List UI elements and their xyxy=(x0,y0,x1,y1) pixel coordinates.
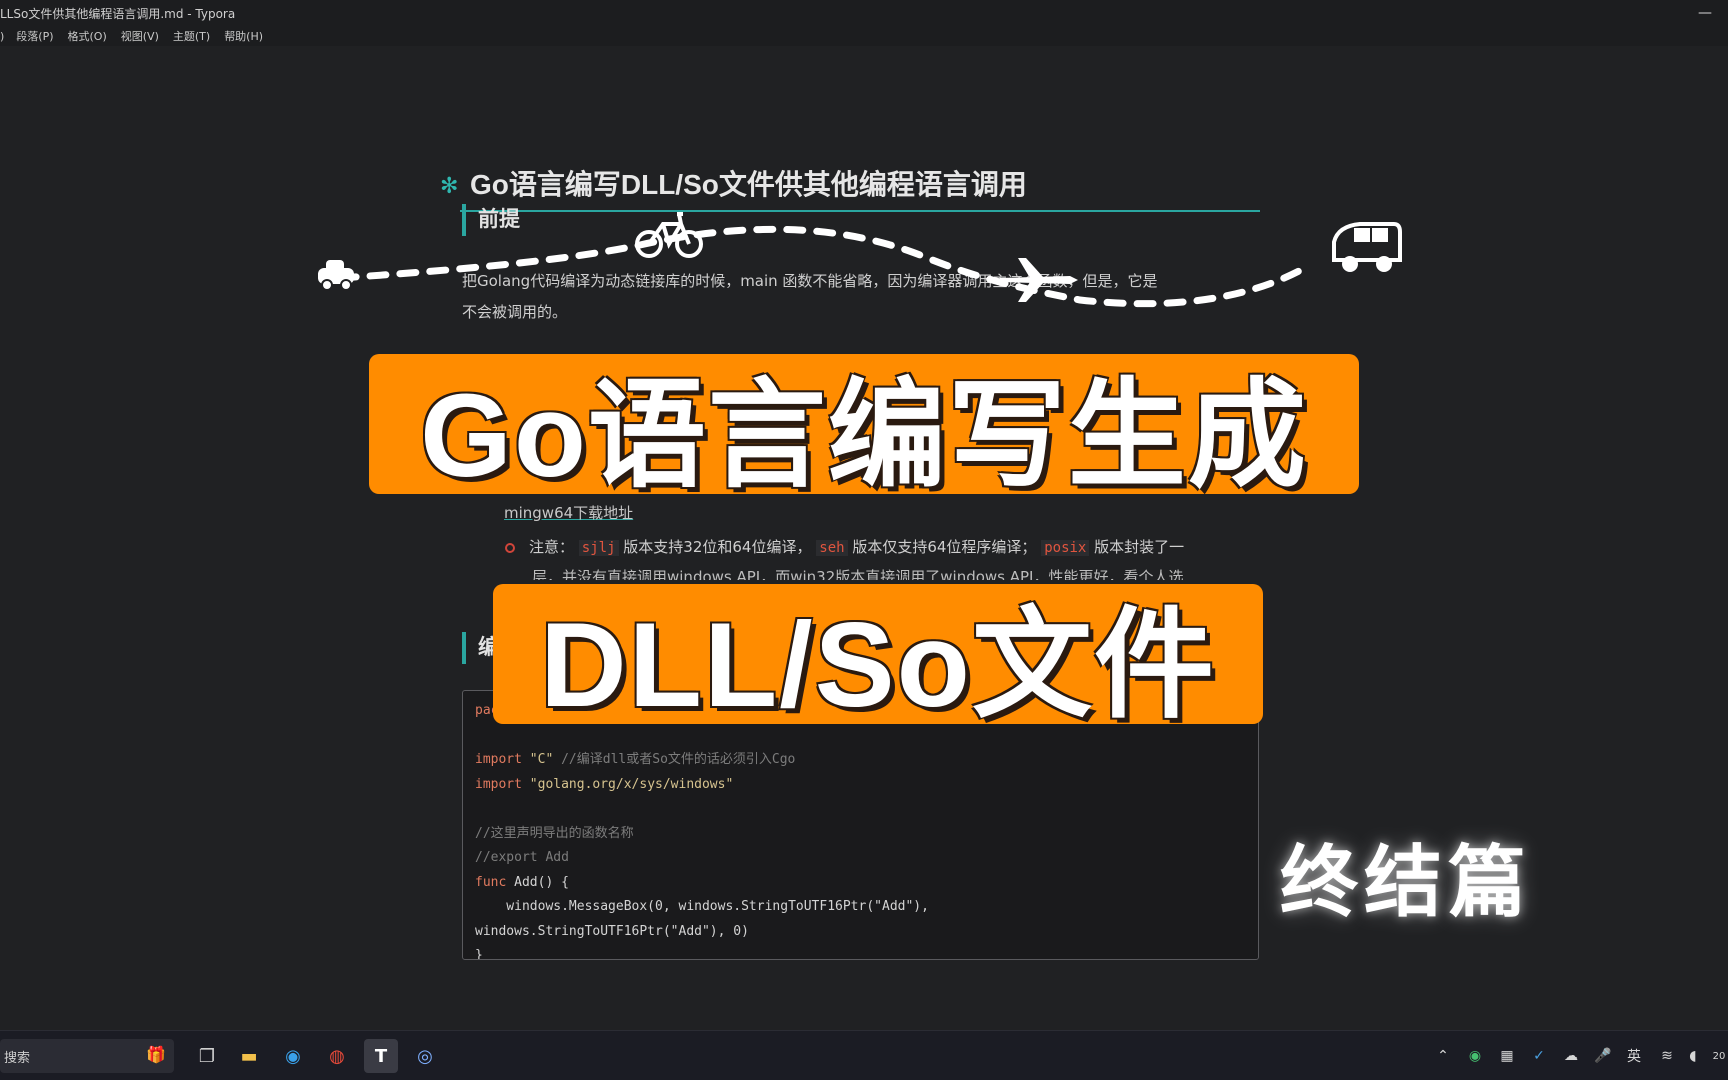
menu-bar: ) 段落(P) 格式(O) 视图(V) 主题(T) 帮助(H) xyxy=(0,26,1728,46)
inline-code-seh: seh xyxy=(816,540,848,556)
code-line: //这里声明导出的函数名称 xyxy=(475,825,634,841)
bicycle-icon xyxy=(635,212,703,258)
tray-app-status-icon[interactable]: ◉ xyxy=(1464,1041,1486,1071)
tray-overflow-chevron-icon[interactable]: ⌃ xyxy=(1432,1041,1454,1071)
typora-app-icon[interactable]: T xyxy=(364,1039,398,1073)
menu-item-help[interactable]: 帮助(H) xyxy=(224,28,263,44)
headline-banner-bottom: DLL/So文件 xyxy=(493,584,1263,732)
car-icon xyxy=(318,260,354,291)
window-title: LLSo文件供其他编程语言调用.md - Typora xyxy=(0,6,236,21)
title-decoration-icon: ✻ xyxy=(440,174,459,199)
golang-ide-icon[interactable]: ◎ xyxy=(408,1039,442,1073)
list-item-note: 注意： sjlj 版本支持32位和64位编译， seh 版本仅支持64位程序编译… xyxy=(505,532,1265,563)
title-bar: LLSo文件供其他编程语言调用.md - Typora — xyxy=(0,0,1728,26)
code-line: windows.StringToUTF16Ptr("Add"), 0) xyxy=(475,923,749,939)
search-label: 搜索 xyxy=(4,1050,31,1066)
dashed-trail-path xyxy=(336,225,1314,308)
tray-cloud-icon[interactable]: ☁ xyxy=(1560,1041,1582,1071)
chrome-browser-icon[interactable]: ◍ xyxy=(320,1039,354,1073)
tray-app-icon[interactable]: ▦ xyxy=(1496,1041,1518,1071)
menu-item-view[interactable]: 视图(V) xyxy=(121,28,159,44)
finale-caption: 终结篇 xyxy=(1280,838,1533,928)
taskbar-search-box[interactable]: 搜索 🎁 xyxy=(0,1039,174,1073)
headline-text-bottom: DLL/So文件 xyxy=(540,598,1216,732)
headline-banner-top: Go语言编写生成 xyxy=(369,354,1359,502)
doodle-trail-overlay xyxy=(318,212,1402,308)
code-line: } xyxy=(475,948,483,960)
menu-item-partial[interactable]: ) xyxy=(0,30,4,43)
ime-indicator[interactable]: 英 xyxy=(1622,1041,1646,1071)
minimize-button[interactable]: — xyxy=(1682,0,1728,26)
microphone-icon[interactable]: 🎤 xyxy=(1592,1041,1614,1071)
file-explorer-icon[interactable]: ▬ xyxy=(232,1039,266,1073)
tray-app-check-icon[interactable]: ✓ xyxy=(1528,1041,1550,1071)
code-line: import "C" //编译dll或者So文件的话必须引入Cgo xyxy=(475,752,796,767)
inline-code-sjlj: sjlj xyxy=(578,540,619,556)
taskbar: 搜索 🎁 ❐ ▬ ◉ ◍ T ◎ ⌃ ◉ ▦ ✓ ☁ 🎤 英 ≋ ◖ 20 xyxy=(0,1030,1728,1080)
task-view-icon[interactable]: ❐ xyxy=(190,1039,224,1073)
code-line: import "golang.org/x/sys/windows" xyxy=(475,776,734,792)
headline-text-top: Go语言编写生成 xyxy=(420,369,1308,502)
clock-fragment[interactable]: 20 xyxy=(1710,1041,1728,1071)
code-line: func Add() { xyxy=(475,874,569,890)
menu-item-format[interactable]: 格式(O) xyxy=(68,28,107,44)
document-title-block: ✻ Go语言编写DLL/So文件供其他编程语言调用 xyxy=(440,166,1260,212)
van-icon xyxy=(1332,222,1402,272)
code-line: //export Add xyxy=(475,850,569,865)
inline-code-posix: posix xyxy=(1041,540,1090,556)
wifi-icon[interactable]: ≋ xyxy=(1656,1041,1678,1071)
menu-item-paragraph[interactable]: 段落(P) xyxy=(16,28,53,44)
bullet-circle-icon xyxy=(505,542,515,553)
menu-item-theme[interactable]: 主题(T) xyxy=(173,28,210,44)
code-line: windows.MessageBox(0, windows.StringToUT… xyxy=(475,899,929,914)
document-title: Go语言编写DLL/So文件供其他编程语言调用 xyxy=(470,169,1027,200)
search-highlight-icon: 🎁 xyxy=(146,1045,166,1064)
volume-icon[interactable]: ◖ xyxy=(1682,1041,1704,1071)
edge-browser-icon[interactable]: ◉ xyxy=(276,1039,310,1073)
